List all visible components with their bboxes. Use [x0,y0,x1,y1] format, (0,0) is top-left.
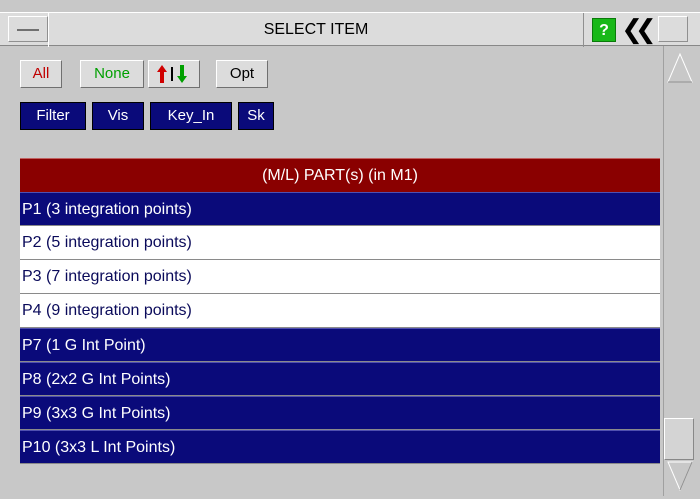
key-in-button[interactable]: Key_In [150,102,232,130]
list-item[interactable]: P10 (3x3 L Int Points) [20,430,660,464]
all-button[interactable]: All [20,60,62,88]
list-item-label: P7 (1 G Int Point) [22,337,146,354]
list-item[interactable]: P8 (2x2 G Int Points) [20,362,660,396]
triangle-up-icon[interactable] [665,50,695,86]
list-item-label: P9 (3x3 G Int Points) [22,405,171,422]
minimize-icon[interactable] [8,16,48,42]
list-item[interactable]: P2 (5 integration points) [20,226,660,260]
list-item-label: P4 (9 integration points) [22,302,192,319]
list-item-label: P2 (5 integration points) [22,234,192,251]
list-item[interactable]: P9 (3x3 G Int Points) [20,396,660,430]
scrollbar-thumb[interactable] [664,418,694,460]
sort-button[interactable] [148,60,200,88]
double-chevron-left-icon[interactable]: ❮❮ [621,16,657,43]
opt-button[interactable]: Opt [216,60,268,88]
triangle-down-icon[interactable] [665,458,695,494]
select-item-panel: SELECT ITEM ? ❮❮ All None Opt Filter Vis… [0,0,700,496]
list-item-label: P8 (2x2 G Int Points) [22,371,171,388]
vis-button[interactable]: Vis [92,102,144,130]
none-button[interactable]: None [80,60,144,88]
help-button[interactable]: ? [592,18,616,42]
list-item-label: P3 (7 integration points) [22,268,192,285]
list-item[interactable]: P1 (3 integration points) [20,192,660,226]
title-bar: SELECT ITEM ? ❮❮ [0,12,700,47]
sort-up-down-icon [157,65,187,83]
list-header: (M/L) PART(s) (in M1) [20,158,660,192]
filter-button[interactable]: Filter [20,102,86,130]
window-title: SELECT ITEM [48,13,584,47]
list-item-label: P1 (3 integration points) [22,201,192,218]
sk-button[interactable]: Sk [238,102,274,130]
list-item[interactable]: P4 (9 integration points) [20,294,660,328]
list-item[interactable]: P3 (7 integration points) [20,260,660,294]
list-item-label: P10 (3x3 L Int Points) [22,439,176,456]
window-close-button[interactable] [658,16,688,42]
list-item[interactable]: P7 (1 G Int Point) [20,328,660,362]
